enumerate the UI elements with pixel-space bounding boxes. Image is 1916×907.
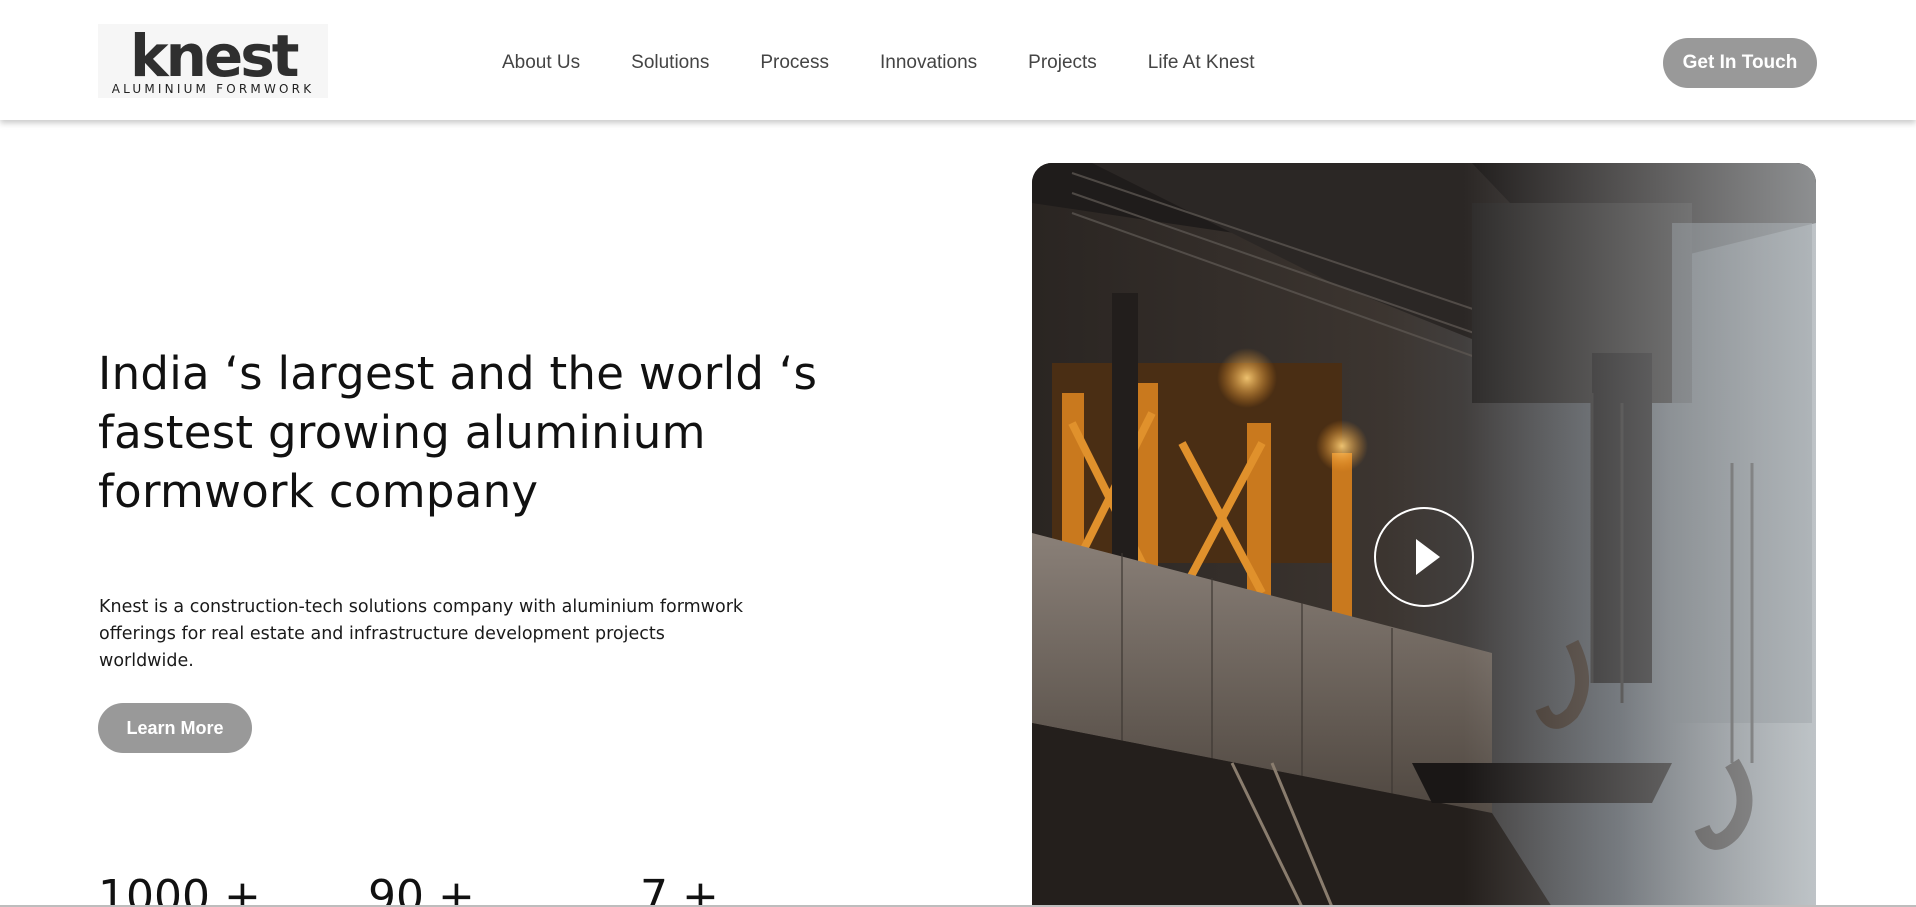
nav-item-life-at-knest[interactable]: Life At Knest (1148, 50, 1255, 76)
main-nav: About Us Solutions Process Innovations P… (502, 50, 1305, 76)
headline-line: formwork company (98, 465, 539, 518)
site-header: knest ALUMINIUM FORMWORK About Us Soluti… (0, 0, 1916, 120)
play-button[interactable] (1374, 507, 1474, 607)
learn-more-button[interactable]: Learn More (98, 703, 252, 753)
get-in-touch-button[interactable]: Get In Touch (1663, 38, 1817, 88)
play-icon (1416, 539, 1440, 575)
description-line: offerings for real estate and infrastruc… (99, 624, 665, 644)
hero-video[interactable] (1032, 163, 1816, 907)
description-line: Knest is a construction-tech solutions c… (99, 597, 744, 617)
stats-row: 1000 + 90 + 7 + (98, 866, 798, 907)
nav-item-about-us[interactable]: About Us (502, 50, 580, 76)
headline-line: India ‘s largest and the world ‘s (98, 347, 818, 400)
logo-wordmark: knest (130, 22, 299, 90)
brand-logo[interactable]: knest ALUMINIUM FORMWORK (98, 24, 328, 98)
stat-value-clients: 90 + (368, 871, 475, 907)
hero-description: Knest is a construction-tech solutions c… (99, 594, 779, 675)
headline-line: fastest growing aluminium (98, 406, 706, 459)
stat-value-projects: 1000 + (98, 871, 261, 907)
logo-tagline: ALUMINIUM FORMWORK (111, 82, 315, 96)
hero-headline: India ‘s largest and the world ‘s fastes… (98, 344, 858, 521)
stat-value-countries: 7 + (640, 871, 719, 907)
nav-item-projects[interactable]: Projects (1028, 50, 1097, 76)
nav-item-process[interactable]: Process (760, 50, 829, 76)
nav-item-innovations[interactable]: Innovations (880, 50, 977, 76)
nav-item-solutions[interactable]: Solutions (631, 50, 709, 76)
description-line: worldwide. (99, 651, 194, 671)
